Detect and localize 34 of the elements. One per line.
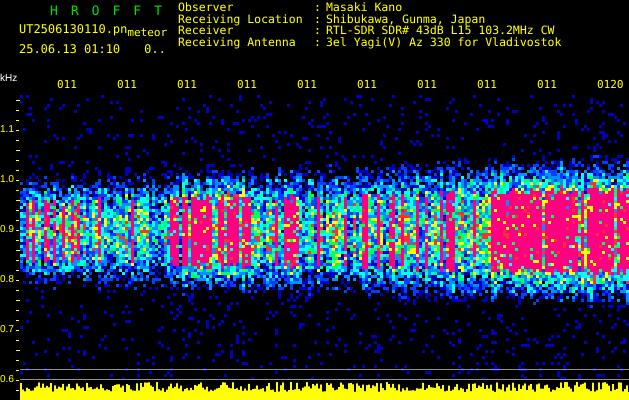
frequency-label: 1.0 xyxy=(0,174,14,185)
info-label: Receiving Antenna xyxy=(178,36,297,48)
time-label: 011 xyxy=(297,78,318,91)
time-label: 011 xyxy=(537,78,558,91)
info-value: Masaki Kano xyxy=(326,2,402,14)
counter: 0.. xyxy=(144,42,166,56)
axis-unit: kHz xyxy=(0,73,18,84)
event-tag: meteor xyxy=(127,26,168,39)
file-name: UT2506130110.pn xyxy=(19,22,128,36)
info-value: 3el Yagi(V) Az 330 for Vladivostok xyxy=(326,36,562,48)
time-label: 0120 xyxy=(597,78,624,91)
info-value: Shibukawa, Gunma, Japan xyxy=(326,14,486,25)
time-label: 011 xyxy=(177,78,198,91)
time-label: 011 xyxy=(357,78,378,91)
info-value: RTL-SDR SDR# 43dB L15 103.2MHz CW xyxy=(326,25,554,36)
separator: : xyxy=(314,36,322,48)
app-title: HROFFT xyxy=(49,4,176,19)
time-label: 011 xyxy=(237,78,258,91)
time-label: 011 xyxy=(117,78,138,91)
frequency-label: 0.9 xyxy=(0,224,14,235)
frequency-label: 0.8 xyxy=(0,274,14,285)
time-label: 011 xyxy=(57,78,78,91)
time-label: 011 xyxy=(477,78,498,91)
separator: : xyxy=(314,2,322,14)
info-label: Observer xyxy=(178,2,234,14)
separator: : xyxy=(314,25,322,36)
frequency-label: 1.1 xyxy=(0,124,14,135)
frequency-label: 0.6 xyxy=(0,374,14,385)
time-label: 011 xyxy=(417,78,438,91)
frequency-label: 0.7 xyxy=(0,324,14,335)
separator: : xyxy=(314,14,322,25)
info-label: Receiver xyxy=(178,25,234,36)
info-label: Receiving Location xyxy=(178,14,304,25)
timestamp: 25.06.13 01:10 xyxy=(19,42,120,56)
